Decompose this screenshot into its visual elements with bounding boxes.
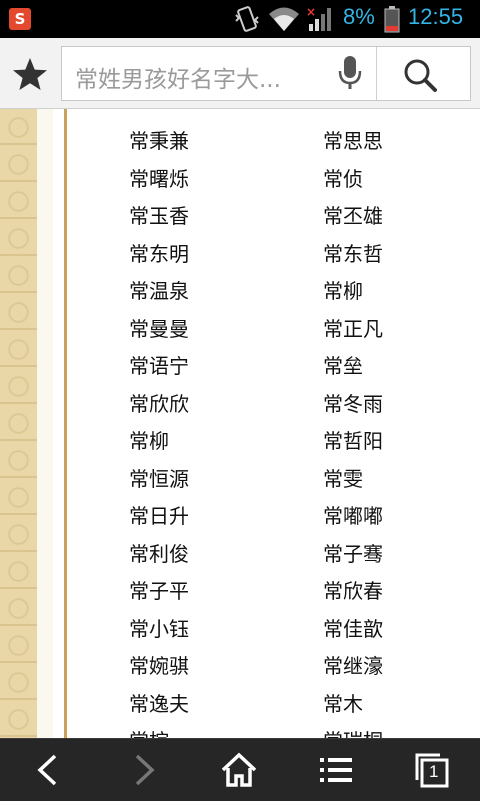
name-item: 常曙烁 — [129, 166, 189, 191]
name-item: 常婉骐 — [129, 654, 189, 678]
name-item: 常日升 — [129, 504, 189, 528]
names-left-column: 常秉兼 常曙烁 常玉香 常东明 常温泉 常曼曼 常语宁 常欣欣 常柳 常恒源 常… — [129, 126, 189, 738]
tab-count: 1 — [429, 762, 439, 781]
name-item: 常曼曼 — [129, 316, 189, 341]
name-item: 常冬雨 — [323, 391, 383, 416]
name-item: 常逸夫 — [129, 691, 189, 716]
forward-icon[interactable] — [124, 752, 164, 788]
name-item: 常垒 — [323, 354, 363, 378]
name-item: 常柳 — [323, 279, 363, 303]
names-right-column: 常思思 常侦 常丕雄 常东哲 常柳 常正凡 常垒 常冬雨 常哲阳 常雯 常嘟嘟 … — [323, 126, 383, 738]
name-item: 常瑞桐 — [323, 726, 383, 738]
name-item: 常思思 — [323, 129, 383, 153]
name-item: 常恒源 — [129, 466, 189, 491]
name-item: 常东明 — [129, 241, 189, 266]
name-item: 常子平 — [129, 579, 189, 603]
name-item: 常侦 — [323, 166, 363, 191]
back-icon[interactable] — [28, 752, 68, 788]
battery-icon — [384, 6, 400, 33]
battery-percent: 8% — [343, 4, 375, 29]
name-item: 常温泉 — [129, 279, 189, 303]
bottom-navigation-bar: 1 — [0, 738, 480, 801]
name-item: 常玉香 — [129, 204, 189, 228]
decorative-side-pattern — [0, 109, 37, 738]
name-item: 常语宁 — [129, 354, 189, 378]
name-item: 常木 — [323, 691, 363, 716]
name-item: 常柳 — [129, 429, 169, 453]
search-icon[interactable] — [402, 57, 438, 93]
browser-toolbar: 常姓男孩好名字大... — [0, 38, 480, 109]
name-item: 常哲阳 — [323, 429, 383, 453]
name-item: 常欣欣 — [129, 391, 189, 416]
vibrate-icon — [235, 6, 259, 32]
name-item: 常子骞 — [323, 541, 383, 566]
wifi-icon — [269, 7, 299, 31]
signal-icon: × — [306, 5, 331, 31]
name-item: 常秉兼 — [129, 129, 189, 153]
microphone-icon[interactable] — [337, 55, 363, 91]
star-icon[interactable] — [10, 54, 50, 94]
status-bar: S × 8% 12:55 — [0, 0, 480, 38]
name-item: 常正凡 — [323, 316, 383, 341]
menu-icon[interactable] — [316, 752, 356, 788]
search-bar[interactable]: 常姓男孩好名字大... — [61, 46, 471, 101]
name-item: 常嘟嘟 — [323, 504, 383, 528]
svg-text:×: × — [306, 5, 316, 19]
name-item: 常东哲 — [323, 241, 383, 266]
tabs-button[interactable]: 1 — [412, 752, 452, 788]
name-item: 常佳歆 — [323, 616, 383, 641]
page-margin — [37, 109, 53, 738]
name-item: 常雯 — [323, 466, 363, 491]
name-item: 常继濠 — [323, 654, 383, 678]
name-item: 常欣春 — [323, 579, 383, 603]
name-item: 常利俊 — [129, 541, 189, 566]
name-item: 常小钰 — [129, 616, 189, 641]
search-input[interactable]: 常姓男孩好名字大... — [75, 60, 281, 94]
search-divider — [376, 47, 377, 100]
web-content[interactable]: 常秉兼 常曙烁 常玉香 常东明 常温泉 常曼曼 常语宁 常欣欣 常柳 常恒源 常… — [0, 109, 480, 738]
name-item: 常丕雄 — [323, 204, 383, 228]
vertical-divider-line — [64, 109, 67, 738]
name-item: 常棕 — [129, 726, 189, 738]
app-notification-icon: S — [9, 8, 31, 30]
home-icon[interactable] — [219, 752, 259, 788]
clock: 12:55 — [408, 4, 464, 29]
